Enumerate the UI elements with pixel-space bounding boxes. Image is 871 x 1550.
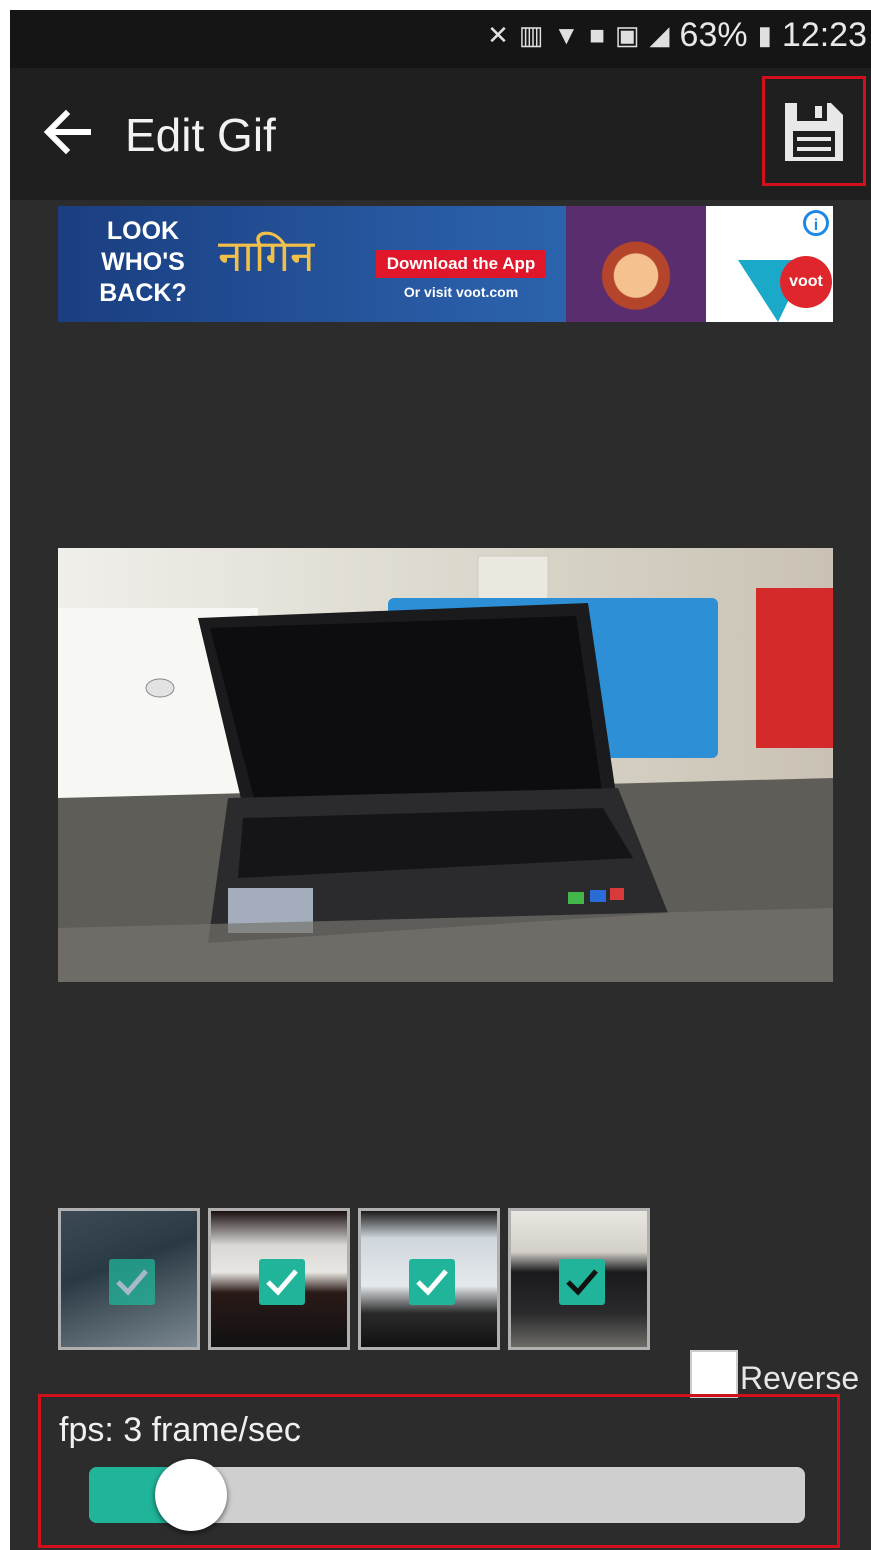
- floppy-disk-icon: [785, 103, 843, 161]
- volte-icon: ▥: [518, 20, 544, 50]
- frame-checkbox[interactable]: [409, 1259, 455, 1305]
- arrow-left-icon[interactable]: [42, 102, 94, 162]
- notification-icon: ■: [589, 20, 605, 50]
- fps-label: fps: 3 frame/sec: [59, 1411, 301, 1449]
- fps-panel: fps: 3 frame/sec: [38, 1394, 840, 1548]
- mute-vibrate-icon: ✕: [487, 20, 509, 50]
- status-icons: ✕ ▥ ▼ ■ ▣ ◢ 63% ▮ 12:23: [487, 16, 867, 55]
- frame-thumbnail[interactable]: [58, 1208, 200, 1350]
- frame-strip: [58, 1208, 650, 1350]
- frame-thumbnail[interactable]: [508, 1208, 650, 1350]
- frame-thumbnail[interactable]: [208, 1208, 350, 1350]
- reverse-option[interactable]: Reverse: [690, 1350, 859, 1398]
- app-bar: Edit Gif: [10, 68, 871, 200]
- check-icon: [566, 1269, 598, 1296]
- ad-download-button[interactable]: Download the App: [376, 250, 546, 278]
- laptop-photo: [58, 548, 833, 982]
- status-bar: ✕ ▥ ▼ ■ ▣ ◢ 63% ▮ 12:23: [10, 10, 871, 68]
- gif-preview: [58, 548, 833, 982]
- check-icon: [416, 1269, 448, 1296]
- voot-logo-icon: voot: [738, 256, 832, 322]
- clock: 12:23: [781, 16, 867, 54]
- frame-checkbox[interactable]: [109, 1259, 155, 1305]
- check-icon: [266, 1269, 298, 1296]
- save-button[interactable]: [762, 76, 866, 186]
- ad-banner[interactable]: LOOK WHO'S BACK? नागिन Download the App …: [58, 206, 833, 322]
- phone-screen: ✕ ▥ ▼ ■ ▣ ◢ 63% ▮ 12:23 Edit Gif LOOK WH…: [10, 10, 871, 1550]
- battery-icon: ▮: [757, 20, 772, 50]
- ad-brand: voot: [789, 273, 823, 290]
- signal-icon: ◢: [649, 20, 670, 50]
- ad-subtext: Or visit voot.com: [403, 284, 519, 300]
- wifi-icon: ▼: [553, 20, 580, 50]
- ad-headline: LOOK WHO'S BACK?: [99, 217, 187, 307]
- frame-thumbnail[interactable]: [358, 1208, 500, 1350]
- check-icon: [116, 1269, 148, 1296]
- ad-image: [566, 206, 706, 322]
- sim-icon: ▣: [614, 20, 640, 50]
- reverse-checkbox[interactable]: [690, 1350, 738, 1398]
- fps-slider[interactable]: [89, 1459, 805, 1531]
- fps-slider-thumb[interactable]: [155, 1459, 227, 1531]
- page-title: Edit Gif: [125, 109, 276, 161]
- frame-checkbox[interactable]: [259, 1259, 305, 1305]
- frame-checkbox[interactable]: [559, 1259, 605, 1305]
- reverse-label: Reverse: [740, 1359, 860, 1396]
- battery-percent: 63%: [679, 16, 748, 54]
- ad-show-logo: नागिन: [218, 231, 315, 282]
- ad-info-icon[interactable]: i: [803, 210, 829, 236]
